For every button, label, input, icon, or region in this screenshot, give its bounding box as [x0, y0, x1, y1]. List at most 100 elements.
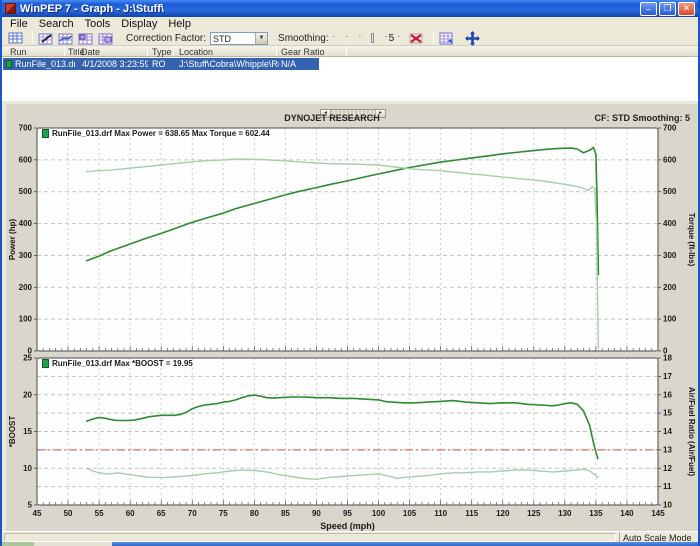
- column-separator: [147, 47, 148, 56]
- smoothing-slider[interactable]: . . . . . .: [333, 32, 381, 44]
- run-file-icon: [6, 60, 12, 68]
- taskbar-strip: [0, 542, 700, 546]
- column-header-type[interactable]: Type: [152, 47, 172, 57]
- graph-run-icon[interactable]: [38, 32, 55, 45]
- y-left-tick-label: 400: [19, 219, 33, 228]
- restore-button[interactable]: ❐: [659, 2, 676, 16]
- y-right-tick-label: 400: [663, 219, 677, 228]
- y-right-axis-title: Air/Fuel Ratio (Air/Fuel): [687, 387, 696, 477]
- y-left-tick-label: 25: [23, 354, 32, 363]
- toolbar-separator: [32, 32, 33, 44]
- boost-chart-legend: RunFile_013.drf Max *BOOST = 19.95: [42, 359, 193, 368]
- x-tick-label: 130: [558, 509, 572, 518]
- window-title: WinPEP 7 - Graph - J:\Stuff\: [20, 3, 640, 15]
- x-tick-label: 45: [33, 509, 42, 518]
- menu-item-file[interactable]: File: [6, 18, 35, 30]
- y-right-tick-label: 11: [663, 482, 672, 491]
- app-icon: [5, 3, 16, 14]
- x-tick-label: 135: [589, 509, 603, 518]
- x-tick-label: 145: [651, 509, 665, 518]
- column-header-location[interactable]: Location: [179, 47, 213, 57]
- x-axis-title: Speed (mph): [320, 521, 375, 531]
- legend-text: RunFile_013.drf Max Power = 638.65 Max T…: [52, 129, 270, 138]
- column-header-date[interactable]: Date: [81, 47, 100, 57]
- chevron-down-icon[interactable]: ▼: [255, 33, 267, 44]
- x-tick-label: 85: [281, 509, 290, 518]
- y-left-tick-label: 20: [23, 390, 32, 399]
- x-tick-label: 95: [343, 509, 352, 518]
- pan-move-icon[interactable]: [465, 31, 480, 46]
- y-right-tick-label: 100: [663, 315, 677, 324]
- cell-location: J:\Stuff\Cobra\Whipple\RunFile_013...: [179, 59, 279, 69]
- x-tick-label: 65: [157, 509, 166, 518]
- x-tick-label: 60: [126, 509, 135, 518]
- cell-type: RO: [152, 59, 176, 69]
- legend-swatch-icon: [42, 359, 49, 368]
- y-right-tick-label: 500: [663, 187, 677, 196]
- column-separator: [77, 47, 78, 56]
- legend-text: RunFile_013.drf Max *BOOST = 19.95: [52, 359, 193, 368]
- y-right-tick-label: 300: [663, 251, 677, 260]
- table-view-icon[interactable]: [8, 32, 24, 45]
- cell-gear_ratio: N/A: [281, 59, 317, 69]
- x-tick-label: 140: [620, 509, 634, 518]
- y-left-axis-title: *BOOST: [8, 416, 17, 448]
- menu-item-help[interactable]: Help: [164, 18, 198, 30]
- run-table-body: RunFile_013.drf 4/1/2008 3:23:59 ... ROJ:\…: [2, 57, 698, 101]
- y-right-tick-label: 16: [663, 390, 672, 399]
- status-mode-label: Auto Scale Mode: [619, 532, 699, 542]
- y-right-tick-label: 700: [663, 124, 677, 133]
- y-left-tick-label: 600: [19, 155, 33, 164]
- cell-run: RunFile_013.drf: [15, 59, 75, 69]
- slider-thumb[interactable]: [371, 33, 374, 43]
- x-tick-label: 100: [372, 509, 386, 518]
- taskbar-gap: [34, 542, 112, 546]
- graph-page-icon[interactable]: [439, 32, 456, 45]
- y-right-tick-label: 15: [663, 409, 672, 418]
- x-tick-label: 80: [250, 509, 259, 518]
- menu-item-tools[interactable]: Tools: [81, 18, 118, 30]
- column-separator: [276, 47, 277, 56]
- graph-multi-icon[interactable]: [98, 32, 115, 45]
- x-tick-label: 50: [64, 509, 73, 518]
- minimize-button[interactable]: –: [640, 2, 657, 16]
- y-right-axis-title: Torque (ft-lbs): [687, 213, 696, 267]
- delete-run-icon[interactable]: [408, 31, 425, 45]
- correction-factor-select[interactable]: STD ▼: [210, 32, 268, 45]
- column-header-gear-ratio[interactable]: Gear Ratio: [281, 47, 325, 57]
- toolbar: Correction Factor: STD ▼ Smoothing: . . …: [2, 31, 698, 46]
- legend-swatch-icon: [42, 129, 49, 138]
- column-separator: [346, 47, 347, 56]
- y-left-tick-label: 10: [23, 464, 32, 473]
- correction-factor-value: STD: [211, 33, 255, 44]
- y-left-tick-label: 15: [23, 427, 32, 436]
- x-tick-label: 55: [95, 509, 104, 518]
- close-button[interactable]: ✕: [678, 2, 695, 16]
- column-header-run[interactable]: Run: [10, 47, 27, 57]
- graph-overlay-icon[interactable]: [78, 32, 95, 45]
- x-tick-label: 125: [527, 509, 541, 518]
- y-right-tick-label: 18: [663, 354, 672, 363]
- x-tick-label: 70: [188, 509, 197, 518]
- table-row[interactable]: RunFile_013.drf 4/1/2008 3:23:59 ... ROJ:\…: [3, 58, 319, 70]
- cell-date: 4/1/2008 3:23:59 ...: [82, 59, 148, 69]
- y-right-tick-label: 200: [663, 283, 677, 292]
- status-left-pane: [4, 533, 616, 542]
- x-tick-label: 90: [312, 509, 321, 518]
- graph-compare-icon[interactable]: [58, 32, 75, 45]
- graph-panel: ◄ ► DYNOJET RESEARCH CF: STD Smoothing: …: [6, 104, 698, 531]
- y-left-tick-label: 100: [19, 315, 33, 324]
- menu-item-search[interactable]: Search: [35, 18, 81, 30]
- charts-canvas[interactable]: 0100200300400500600700010020030040050060…: [6, 104, 698, 531]
- correction-factor-label: Correction Factor:: [126, 33, 206, 44]
- smoothing-label: Smoothing:: [278, 33, 329, 44]
- x-tick-label: 120: [496, 509, 510, 518]
- y-left-axis-title: Power (hp): [8, 219, 17, 261]
- menu-item-display[interactable]: Display: [117, 18, 164, 30]
- power-chart-legend: RunFile_013.drf Max Power = 638.65 Max T…: [42, 129, 270, 138]
- slider-track: . . . . . .: [333, 29, 405, 39]
- column-separator: [64, 47, 65, 56]
- x-tick-label: 115: [465, 509, 478, 518]
- status-bar: Auto Scale Mode: [2, 531, 698, 542]
- y-right-tick-label: 600: [663, 155, 677, 164]
